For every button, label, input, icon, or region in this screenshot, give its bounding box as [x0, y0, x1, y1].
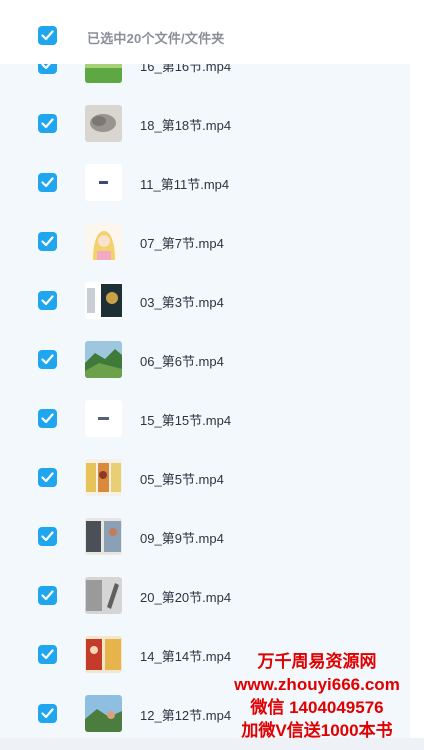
file-row[interactable]: 07_第7节.mp4	[0, 212, 410, 271]
row-checkbox[interactable]	[38, 527, 57, 546]
checkmark-icon	[41, 295, 54, 306]
row-checkbox[interactable]	[38, 468, 57, 487]
video-thumbnail	[85, 459, 122, 496]
file-row[interactable]: 09_第9节.mp4	[0, 507, 410, 566]
watermark-line: 万千周易资源网	[257, 652, 377, 671]
video-thumbnail	[85, 341, 122, 378]
checkmark-icon	[41, 354, 54, 365]
file-name[interactable]: 11_第11节.mp4	[140, 174, 229, 193]
row-checkbox[interactable]	[38, 350, 57, 369]
checkmark-icon	[41, 472, 54, 483]
file-name[interactable]: 15_第15节.mp4	[140, 410, 231, 429]
file-name[interactable]: 07_第7节.mp4	[140, 233, 224, 252]
video-thumbnail	[85, 577, 122, 614]
row-checkbox[interactable]	[38, 586, 57, 605]
file-row[interactable]: 11_第11节.mp4	[0, 153, 410, 212]
video-thumbnail	[85, 282, 122, 319]
row-checkbox[interactable]	[38, 291, 57, 310]
video-thumbnail	[85, 636, 122, 673]
file-list-panel: 已选中20个文件/文件夹 16_第16节.mp4 18_第18节.mp4 11_…	[0, 0, 410, 750]
file-row[interactable]: 06_第6节.mp4	[0, 330, 410, 389]
watermark-line: 加微V信送1000本书	[241, 721, 393, 740]
watermark-line: 微信 1404049576	[250, 698, 384, 717]
select-all-checkbox[interactable]	[38, 26, 57, 45]
watermark: 万千周易资源网 www.zhouyi666.com 微信 1404049576 …	[210, 650, 424, 742]
file-name[interactable]: 05_第5节.mp4	[140, 469, 224, 488]
file-name[interactable]: 03_第3节.mp4	[140, 292, 224, 311]
selection-count-label: 已选中20个文件/文件夹	[87, 31, 225, 46]
checkmark-icon	[41, 118, 54, 129]
checkmark-icon	[41, 708, 54, 719]
video-thumbnail	[85, 105, 122, 142]
row-checkbox[interactable]	[38, 232, 57, 251]
file-name[interactable]: 18_第18节.mp4	[140, 115, 231, 134]
checkmark-icon	[41, 177, 54, 188]
row-checkbox[interactable]	[38, 645, 57, 664]
row-checkbox[interactable]	[38, 409, 57, 428]
file-name[interactable]: 09_第9节.mp4	[140, 528, 224, 547]
row-checkbox[interactable]	[38, 114, 57, 133]
checkmark-icon	[41, 413, 54, 424]
scrollbar-track[interactable]	[410, 0, 424, 750]
selection-header: 已选中20个文件/文件夹	[0, 0, 410, 64]
file-row[interactable]: 15_第15节.mp4	[0, 389, 410, 448]
checkmark-icon	[41, 590, 54, 601]
checkmark-icon	[41, 649, 54, 660]
checkmark-icon	[41, 236, 54, 247]
row-checkbox[interactable]	[38, 704, 57, 723]
checkmark-icon	[41, 30, 54, 41]
checkmark-icon	[41, 531, 54, 542]
file-row[interactable]: 05_第5节.mp4	[0, 448, 410, 507]
row-checkbox[interactable]	[38, 173, 57, 192]
video-thumbnail	[85, 695, 122, 732]
file-row[interactable]: 20_第20节.mp4	[0, 566, 410, 625]
file-name[interactable]: 06_第6节.mp4	[140, 351, 224, 370]
video-thumbnail	[85, 164, 122, 201]
video-thumbnail	[85, 400, 122, 437]
file-row[interactable]: 18_第18节.mp4	[0, 94, 410, 153]
watermark-line: www.zhouyi666.com	[234, 675, 400, 694]
file-name[interactable]: 20_第20节.mp4	[140, 587, 231, 606]
video-thumbnail	[85, 223, 122, 260]
file-row[interactable]: 03_第3节.mp4	[0, 271, 410, 330]
video-thumbnail	[85, 518, 122, 555]
